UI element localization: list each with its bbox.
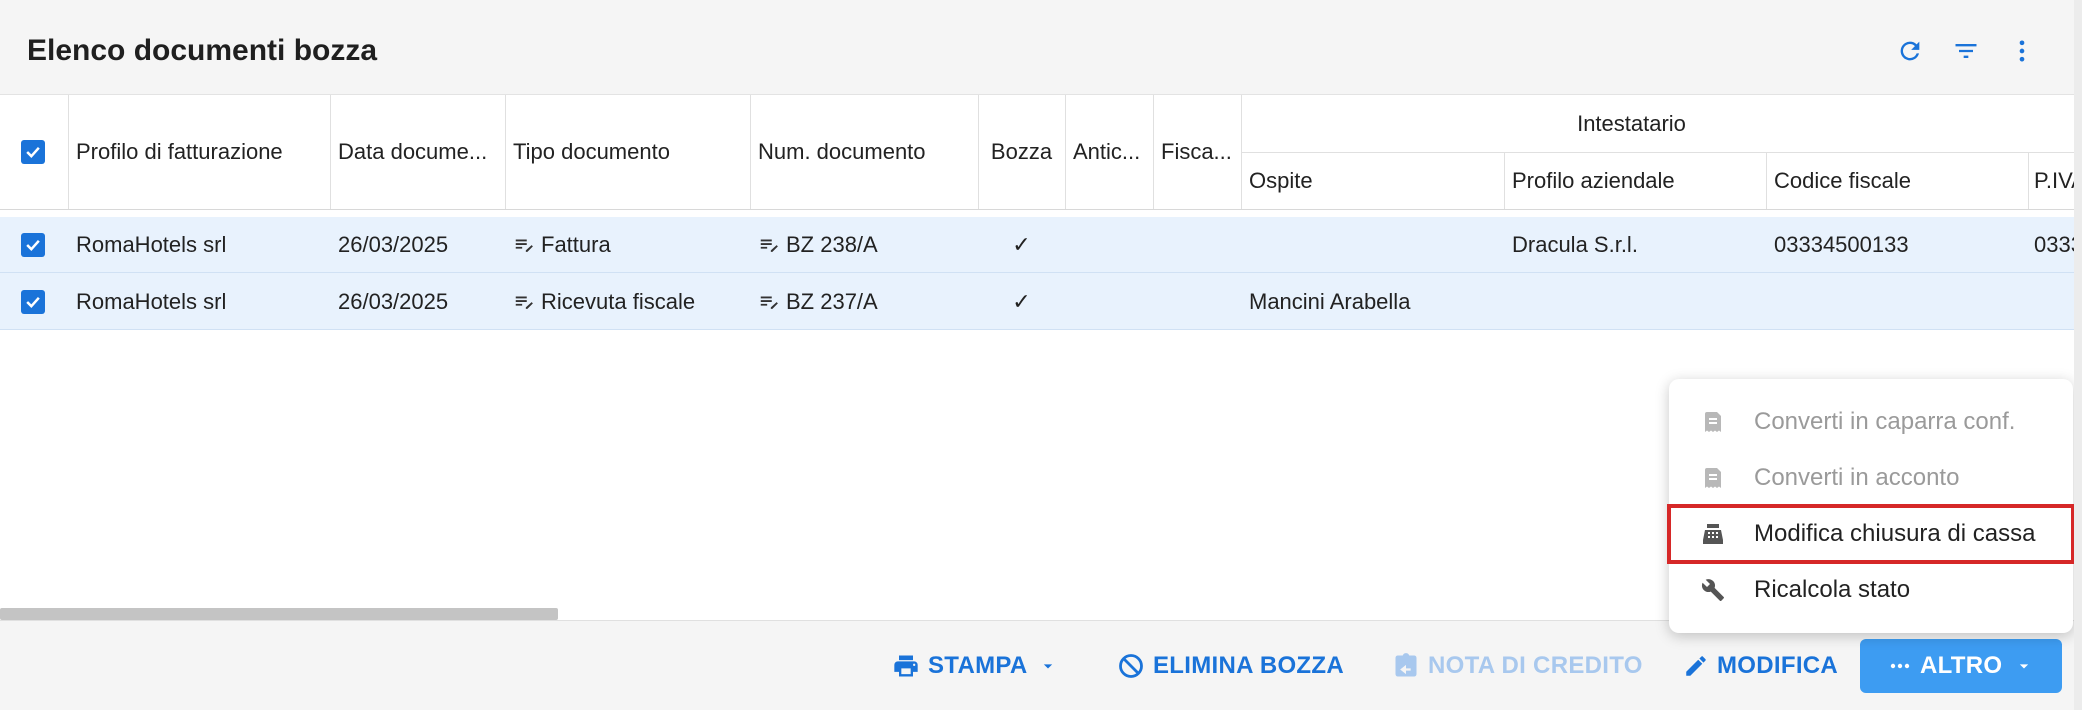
action-toolbar: STAMPA ELIMINA BOZZA NOTA DI CREDITO MOD… bbox=[0, 620, 2082, 710]
cell-num: BZ 237/A bbox=[750, 273, 978, 330]
cell-tipo: Fattura bbox=[505, 217, 750, 273]
col-header-cf[interactable]: Codice fiscale bbox=[1766, 152, 2028, 209]
cell-piva: 0333 bbox=[2034, 232, 2074, 257]
menu-item-converti-caparra[interactable]: Converti in caparra conf. bbox=[1669, 394, 2073, 450]
row-checkbox[interactable] bbox=[21, 217, 51, 273]
menu-item-converti-acconto[interactable]: Converti in acconto bbox=[1669, 450, 2073, 506]
col-header-ospite[interactable]: Ospite bbox=[1241, 152, 1504, 209]
stampa-label: STAMPA bbox=[928, 652, 1028, 679]
clipboard-back-icon bbox=[1395, 653, 1417, 677]
row-checkbox[interactable] bbox=[21, 273, 51, 330]
menu-item-label: Ricalcola stato bbox=[1754, 576, 1911, 603]
more-horiz-icon bbox=[1890, 663, 1910, 669]
refresh-icon[interactable] bbox=[1892, 33, 1928, 69]
cell-cf: 03334500133 bbox=[1774, 232, 1909, 257]
col-header-bozza[interactable]: Bozza bbox=[978, 95, 1065, 209]
cell-cf bbox=[1766, 273, 2028, 330]
pencil-icon bbox=[1686, 656, 1706, 676]
col-header-aziendale[interactable]: Profilo aziendale bbox=[1504, 152, 1766, 209]
printer-icon bbox=[894, 655, 918, 677]
altro-dropdown-menu: Converti in caparra conf. Converti in ac… bbox=[1667, 379, 2075, 633]
cell-data: 26/03/2025 bbox=[338, 288, 449, 314]
filter-icon[interactable] bbox=[1948, 33, 1984, 69]
nota-di-credito-button[interactable]: NOTA DI CREDITO bbox=[1392, 639, 1643, 693]
edit-note-icon bbox=[760, 239, 778, 252]
cell-ospite bbox=[1241, 217, 1504, 273]
modifica-button[interactable]: MODIFICA bbox=[1683, 639, 1838, 693]
cell-num-text: BZ 237/A bbox=[786, 288, 878, 314]
caret-down-icon bbox=[1043, 664, 1052, 669]
edit-note-icon bbox=[760, 296, 778, 309]
receipt-icon bbox=[1705, 412, 1721, 432]
menu-item-modifica-chiusura-cassa[interactable]: Modifica chiusura di cassa bbox=[1667, 504, 2075, 564]
menu-item-label: Converti in acconto bbox=[1754, 464, 1960, 491]
block-icon bbox=[1119, 654, 1143, 678]
cell-num: BZ 238/A bbox=[750, 217, 978, 273]
elimina-bozza-label: ELIMINA BOZZA bbox=[1153, 652, 1344, 679]
page-header: Elenco documenti bozza bbox=[0, 0, 2082, 95]
col-header-profilo[interactable]: Profilo di fatturazione bbox=[68, 95, 330, 209]
cell-aziendale bbox=[1504, 273, 1766, 330]
cell-bozza: ✓ bbox=[1012, 288, 1031, 314]
cell-piva bbox=[2028, 273, 2074, 330]
stampa-button[interactable]: STAMPA bbox=[892, 639, 1058, 693]
cell-tipo: Ricevuta fiscale bbox=[505, 273, 750, 330]
cell-bozza: ✓ bbox=[1012, 232, 1031, 257]
col-header-data[interactable]: Data docume... bbox=[330, 95, 505, 209]
page-title: Elenco documenti bozza bbox=[27, 34, 378, 67]
edit-note-icon bbox=[515, 239, 533, 252]
cash-register-icon bbox=[1703, 524, 1723, 544]
menu-item-label: Converti in caparra conf. bbox=[1754, 408, 2016, 435]
col-header-piva[interactable]: P.IVA bbox=[2028, 152, 2074, 209]
col-header-num[interactable]: Num. documento bbox=[750, 95, 978, 209]
cell-data: 26/03/2025 bbox=[338, 232, 449, 257]
table-row[interactable]: RomaHotels srl 26/03/2025 Ricevuta fisca… bbox=[0, 273, 2082, 330]
vertical-scrollbar[interactable] bbox=[2074, 0, 2082, 710]
altro-button[interactable]: ALTRO bbox=[1860, 639, 2063, 693]
nota-di-credito-label: NOTA DI CREDITO bbox=[1428, 652, 1643, 679]
cell-ospite: Mancini Arabella bbox=[1249, 288, 1411, 314]
receipt-icon bbox=[1705, 468, 1721, 488]
col-header-tipo[interactable]: Tipo documento bbox=[505, 95, 750, 209]
altro-label: ALTRO bbox=[1920, 652, 2003, 679]
cell-num-text: BZ 238/A bbox=[786, 232, 878, 257]
col-header-antic[interactable]: Antic... bbox=[1065, 95, 1153, 209]
table-row[interactable]: RomaHotels srl 26/03/2025 Fattura BZ 238… bbox=[0, 217, 2082, 273]
cell-tipo-text: Fattura bbox=[541, 232, 611, 257]
modifica-label: MODIFICA bbox=[1717, 652, 1839, 679]
more-vert-icon[interactable] bbox=[2004, 33, 2040, 69]
edit-note-icon bbox=[515, 296, 533, 309]
cell-aziendale: Dracula S.r.l. bbox=[1512, 232, 1638, 257]
horizontal-scrollbar[interactable] bbox=[0, 608, 558, 620]
cell-profilo: RomaHotels srl bbox=[76, 288, 227, 314]
select-all-checkbox[interactable] bbox=[21, 140, 45, 164]
elimina-bozza-button[interactable]: ELIMINA BOZZA bbox=[1117, 639, 1344, 693]
col-header-fisca[interactable]: Fisca... bbox=[1153, 95, 1241, 209]
col-group-intestatario: Intestatario bbox=[1577, 110, 1686, 136]
cell-tipo-text: Ricevuta fiscale bbox=[541, 288, 696, 314]
cell-profilo: RomaHotels srl bbox=[76, 232, 227, 257]
wrench-icon bbox=[1701, 579, 1724, 601]
caret-down-icon bbox=[2020, 664, 2029, 669]
menu-item-label: Modifica chiusura di cassa bbox=[1754, 520, 2036, 547]
menu-item-ricalcola-stato[interactable]: Ricalcola stato bbox=[1669, 562, 2073, 618]
